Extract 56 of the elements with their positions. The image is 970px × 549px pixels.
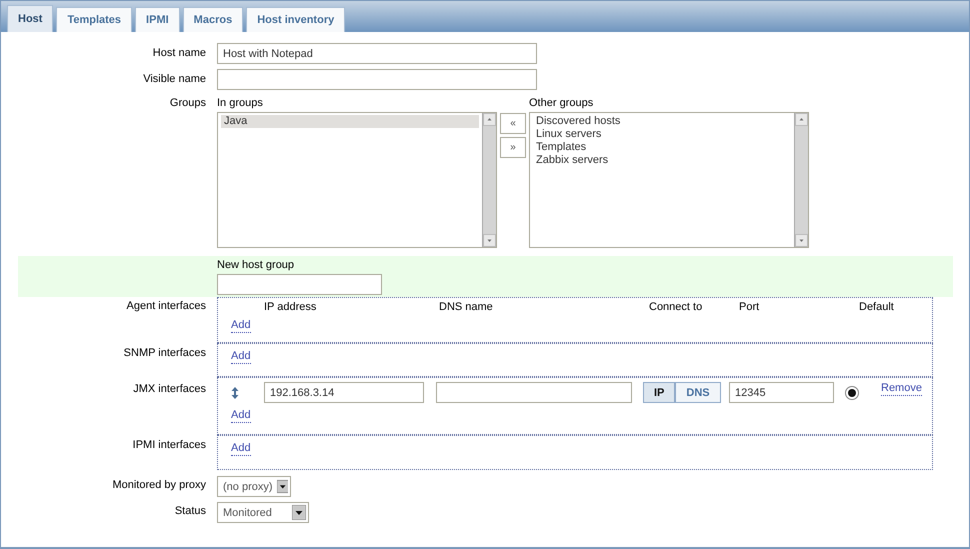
list-item[interactable]: Templates — [533, 141, 791, 154]
status-select[interactable]: Monitored — [217, 502, 309, 523]
scrollbar[interactable] — [794, 113, 808, 247]
drag-handle-icon[interactable] — [231, 386, 239, 398]
port-field[interactable]: 12345 — [729, 382, 834, 403]
group-listbox[interactable]: Java — [217, 112, 497, 248]
move-button[interactable]: « — [500, 113, 526, 134]
scroll-down-icon[interactable] — [483, 234, 496, 247]
list-heading: In groups — [217, 97, 264, 109]
field-label: Host name — [152, 46, 206, 59]
list-item[interactable]: Java — [221, 115, 479, 128]
default-radio[interactable] — [845, 386, 859, 400]
add-link[interactable]: Add — [231, 319, 251, 333]
group-listbox[interactable]: Discovered hosts Linux servers Templates Zabbix servers — [529, 112, 809, 248]
column-heading: Default — [858, 300, 894, 313]
tab[interactable]: IPMI — [135, 7, 180, 32]
tab[interactable]: Macros — [182, 7, 244, 32]
field-label: JMX interfaces — [132, 382, 206, 395]
column-heading: Port — [738, 300, 760, 313]
scroll-up-icon[interactable] — [795, 113, 808, 126]
field-label: Status — [174, 504, 206, 517]
connect-toggle[interactable]: IP — [643, 382, 676, 403]
field-label: New host group — [217, 259, 296, 271]
column-heading: IP address — [264, 300, 316, 313]
tab[interactable]: Templates — [56, 7, 132, 32]
host-name-field[interactable]: Host with Notepad — [217, 43, 537, 64]
column-heading: Connect to — [648, 300, 702, 313]
ip-field[interactable]: 192.168.3.14 — [264, 382, 424, 403]
list-item[interactable]: Zabbix servers — [533, 154, 791, 167]
field-label: Groups — [168, 97, 206, 109]
tab[interactable]: Host — [7, 5, 54, 32]
list-heading: Other groups — [529, 97, 594, 109]
move-button[interactable]: » — [500, 137, 526, 158]
field-label: Monitored by proxy — [111, 478, 206, 491]
add-link[interactable]: Add — [231, 350, 251, 364]
connect-toggle[interactable]: DNS — [675, 382, 721, 403]
new-group-field[interactable] — [217, 274, 382, 295]
dropdown-arrow-icon — [292, 505, 306, 520]
column-heading: DNS name — [438, 300, 493, 313]
scrollbar[interactable] — [482, 113, 496, 247]
visible-name-field[interactable] — [217, 69, 537, 90]
remove-link[interactable]: Remove — [881, 382, 922, 396]
field-label: IPMI interfaces — [132, 438, 206, 451]
scroll-up-icon[interactable] — [483, 113, 496, 126]
tab[interactable]: Host inventory — [246, 7, 346, 32]
list-item[interactable]: Linux servers — [533, 128, 791, 141]
dropdown-arrow-icon — [276, 479, 288, 494]
field-label: Agent interfaces — [126, 299, 206, 312]
add-link[interactable]: Add — [231, 442, 251, 456]
add-link[interactable]: Add — [231, 409, 251, 423]
list-item[interactable]: Discovered hosts — [533, 115, 791, 128]
field-label: SNMP interfaces — [122, 346, 206, 359]
proxy-select[interactable]: (no proxy) — [217, 476, 291, 497]
field-label: Visible name — [142, 72, 206, 85]
dns-field[interactable] — [436, 382, 632, 403]
scroll-down-icon[interactable] — [795, 234, 808, 247]
